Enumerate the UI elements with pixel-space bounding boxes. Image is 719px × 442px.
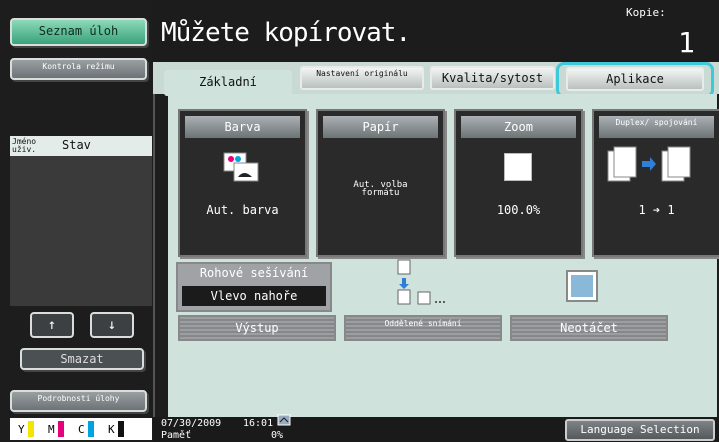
copies-label: Kopie: <box>626 6 666 19</box>
no-rotate-icon <box>566 270 598 302</box>
separate-scan-icon <box>392 258 452 308</box>
toner-k-bar <box>118 421 124 437</box>
job-list-area <box>10 156 152 306</box>
paper-card[interactable]: Papír Aut. volba formátu <box>316 109 445 257</box>
toner-indicators: Y M C K <box>10 418 152 440</box>
separate-scan-button[interactable]: Oddělené snímání <box>344 315 502 341</box>
paper-card-title: Papír <box>323 116 438 138</box>
delete-button[interactable]: Smazat <box>20 348 144 370</box>
duplex-card-value: 1 ➔ 1 <box>638 203 675 217</box>
toner-m-letter: M <box>48 423 55 436</box>
duplex-card[interactable]: Duplex/ spojování 1 ➔ 1 <box>592 109 719 257</box>
zoom-card[interactable]: Zoom 100.0% <box>454 109 583 257</box>
tab-original-settings[interactable]: Nastavení originálu <box>300 66 424 90</box>
zoom-icon <box>504 153 532 181</box>
job-details-button[interactable]: Podrobnosti úlohy <box>10 390 147 412</box>
toner-c-bar <box>88 421 94 437</box>
copies-value: 1 <box>678 26 695 59</box>
job-list-header: Jméno uživ. Stav <box>10 136 152 156</box>
tab-applications[interactable]: Aplikace <box>566 67 704 91</box>
time-text: 16:01 <box>243 418 274 429</box>
tab-basic[interactable]: Základní <box>164 70 292 96</box>
left-sidebar: Seznam úloh Kontrola režimu Jméno uživ. … <box>0 0 153 442</box>
color-card-title: Barva <box>185 116 300 138</box>
toner-y-letter: Y <box>18 423 25 436</box>
zoom-card-title: Zoom <box>461 116 576 138</box>
memory-label: Paměť <box>161 430 192 441</box>
paper-card-value: Aut. volba formátu <box>353 180 408 198</box>
check-mode-button[interactable]: Kontrola režimu <box>10 58 147 80</box>
down-arrow-icon: ↓ <box>107 317 117 333</box>
toner-m-bar <box>58 421 64 437</box>
color-card-value: Aut. barva <box>206 203 279 217</box>
language-selection-button[interactable]: Language Selection <box>565 419 715 441</box>
status-message: Můžete kopírovat. <box>161 18 411 48</box>
color-icon <box>222 151 262 185</box>
corner-staple-title: Rohové sešívání <box>199 266 309 280</box>
scroll-down-button[interactable]: ↓ <box>90 312 134 338</box>
toner-k-letter: K <box>108 423 115 436</box>
output-button[interactable]: Výstup <box>178 315 336 341</box>
user-name-column: Jméno uživ. <box>12 137 37 154</box>
job-list-button[interactable]: Seznam úloh <box>10 18 147 46</box>
corner-staple-button[interactable]: Rohové sešívání Vlevo nahoře <box>176 262 332 312</box>
corner-staple-value: Vlevo nahoře <box>182 286 326 306</box>
duplex-card-title: Duplex/ spojování <box>599 116 714 138</box>
color-card[interactable]: Barva Aut. barva <box>178 109 307 257</box>
up-arrow-icon: ↑ <box>47 317 57 333</box>
status-column: Stav <box>62 138 91 152</box>
memory-value: 0% <box>271 430 284 441</box>
zoom-card-value: 100.0% <box>496 203 541 217</box>
toner-c-letter: C <box>78 423 85 436</box>
status-bar: 07/30/2009 16:01 Paměť 0% Language Selec… <box>153 414 719 442</box>
no-rotate-button[interactable]: Neotáčet <box>510 315 668 341</box>
tab-quality-density[interactable]: Kvalita/sytost <box>430 66 555 90</box>
network-icon <box>277 414 291 428</box>
duplex-icon <box>602 145 712 187</box>
toner-y-bar <box>28 421 34 437</box>
scroll-up-button[interactable]: ↑ <box>30 312 74 338</box>
title-bar: Můžete kopírovat. Kopie: 1 <box>153 0 719 62</box>
date-text: 07/30/2009 <box>161 418 222 429</box>
